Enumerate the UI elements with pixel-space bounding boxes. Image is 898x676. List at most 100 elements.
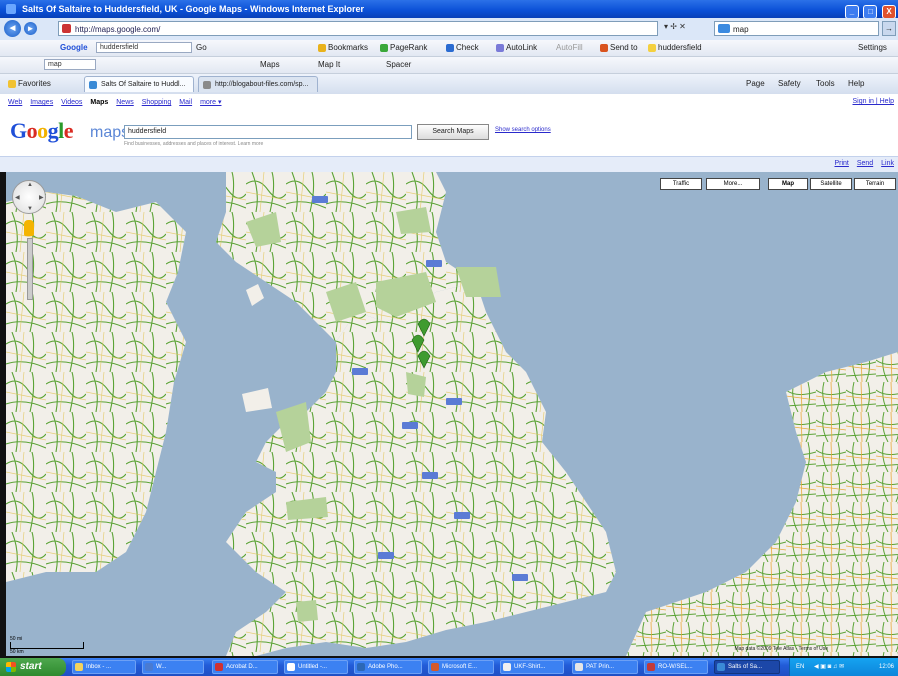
task-pat-print[interactable]: PAT Prin... — [572, 660, 638, 674]
bookmarks-button[interactable]: Bookmarks — [318, 40, 368, 56]
isle-of-man — [246, 284, 264, 306]
map-canvas[interactable]: ▲ ▼ ◀ ▶ Traffic More... Map Satellite Te… — [6, 172, 898, 656]
search-go-button[interactable]: → — [882, 21, 896, 36]
task-inbox[interactable]: Inbox - ... — [72, 660, 136, 674]
scale-km: 50 km — [10, 649, 24, 655]
links-maps[interactable]: Maps — [260, 57, 280, 73]
map-copyright[interactable]: Map data ©2009 Tele Atlas - Terms of Use — [734, 646, 828, 652]
task-ro-wsel[interactable]: RO-W/SEL... — [644, 660, 708, 674]
nav-shopping[interactable]: Shopping — [142, 99, 172, 106]
maps-search-input[interactable]: huddersfield — [124, 125, 412, 139]
task-photoshop[interactable]: Adobe Pho... — [354, 660, 422, 674]
tray-lang[interactable]: EN — [796, 658, 804, 676]
links-toolbar: map Maps Map It Spacer — [0, 57, 898, 74]
traffic-button[interactable]: Traffic — [660, 178, 702, 190]
satellite-button[interactable]: Satellite — [810, 178, 852, 190]
map-action-links: Print Send Link — [828, 160, 894, 167]
nav-videos[interactable]: Videos — [61, 99, 82, 106]
pan-left-icon[interactable]: ◀ — [15, 194, 20, 201]
scale-bar — [10, 642, 84, 649]
pan-up-icon[interactable]: ▲ — [27, 182, 33, 188]
check-button[interactable]: Check — [446, 40, 479, 56]
print-link[interactable]: Print — [834, 160, 848, 167]
signin-help-link[interactable]: Sign in | Help — [852, 98, 894, 105]
favorites-button[interactable]: Favorites — [8, 74, 51, 94]
live-search-input[interactable]: map — [714, 21, 879, 36]
task-ukf-shirt[interactable]: UKF-Shirt... — [500, 660, 564, 674]
url-input[interactable]: http://maps.google.com/ — [58, 21, 658, 36]
photoshop-icon — [357, 663, 365, 671]
minimize-button[interactable]: _ — [844, 5, 859, 19]
google-toolbar-logo[interactable]: Google — [60, 40, 88, 56]
tools-help[interactable]: Help — [848, 74, 864, 94]
task-microsoft[interactable]: Microsoft E... — [428, 660, 494, 674]
live-search-value: map — [733, 25, 749, 34]
more-button[interactable]: More... — [706, 178, 760, 190]
tab-favicon-icon — [89, 81, 97, 89]
live-search-icon — [718, 24, 730, 33]
forward-button[interactable]: ► — [24, 22, 37, 35]
tray-icons[interactable]: ◀ ▣ ◙ ♫ ✉ — [814, 658, 844, 676]
favicon-icon — [62, 24, 71, 33]
send-link[interactable]: Send — [857, 160, 873, 167]
check-icon — [446, 43, 454, 52]
google-toolbar-search[interactable]: huddersfield — [96, 42, 192, 53]
tab-blogabout[interactable]: http://blogabout-files.com/sp... — [198, 76, 318, 92]
tools-tools[interactable]: Tools — [816, 74, 835, 94]
back-button[interactable]: ◄ — [4, 20, 21, 37]
highlight-term[interactable]: huddersfield — [648, 40, 702, 56]
close-button[interactable]: X — [882, 5, 896, 19]
street-view-pegman-icon[interactable] — [24, 220, 34, 236]
nav-more[interactable]: more ▾ — [200, 99, 221, 106]
url-text: http://maps.google.com/ — [75, 25, 161, 34]
tools-page[interactable]: Page — [746, 74, 765, 94]
clock[interactable]: 12:06 — [879, 658, 894, 676]
windows-logo-icon — [6, 662, 16, 672]
search-options-link[interactable]: Show search options — [495, 127, 551, 133]
links-spacer[interactable]: Spacer — [386, 57, 411, 73]
maximize-button[interactable]: □ — [863, 5, 878, 19]
refresh-stop-icons[interactable]: ▾ ✢ ✕ — [664, 22, 686, 31]
map-type-controls: Traffic More... Map Satellite Terrain — [660, 178, 896, 190]
word-icon — [145, 663, 153, 671]
start-button[interactable]: start — [0, 658, 66, 676]
task-acrobat[interactable]: Acrobat D... — [212, 660, 278, 674]
task-salts-of-saltaire[interactable]: Salts of Sa... — [714, 660, 780, 674]
nav-maps: Maps — [90, 99, 109, 106]
terrain-button[interactable]: Terrain — [854, 178, 896, 190]
star-icon — [318, 43, 326, 52]
tools-safety[interactable]: Safety — [778, 74, 801, 94]
pagerank-button[interactable]: PageRank — [380, 40, 427, 56]
autofill-button[interactable]: AutoFill — [556, 40, 583, 56]
search-maps-button[interactable]: Search Maps — [417, 124, 489, 140]
google-logo[interactable]: Google — [10, 118, 74, 144]
map-action-strip: Print Send Link — [0, 156, 898, 173]
highlighter-icon — [648, 43, 656, 52]
pan-down-icon[interactable]: ▼ — [27, 206, 33, 212]
settings-button[interactable]: Settings — [858, 40, 887, 56]
window-titlebar[interactable]: Salts Of Saltaire to Huddersfield, UK - … — [0, 0, 898, 19]
google-toolbar-go[interactable]: Go — [196, 40, 207, 56]
nav-mail[interactable]: Mail — [179, 99, 192, 106]
tabs-bar: Favorites Salts Of Saltaire to Huddl... … — [0, 74, 898, 95]
task-untitled[interactable]: Untitled -... — [284, 660, 348, 674]
links-map-it[interactable]: Map It — [318, 57, 340, 73]
links-search-box[interactable]: map — [44, 59, 96, 70]
ie-icon — [717, 663, 725, 671]
screen: Salts Of Saltaire to Huddersfield, UK - … — [0, 0, 898, 676]
pan-right-icon[interactable]: ▶ — [39, 194, 44, 201]
document-icon — [503, 663, 511, 671]
pan-control[interactable]: ▲ ▼ ◀ ▶ — [12, 180, 46, 214]
zoom-slider[interactable] — [27, 238, 33, 300]
task-w[interactable]: W... — [142, 660, 204, 674]
send-to-button[interactable]: Send to — [600, 40, 638, 56]
tab-salts-of-saltaire[interactable]: Salts Of Saltaire to Huddl... — [84, 76, 194, 92]
map-scale: 50 mi 50 km — [10, 636, 84, 655]
nav-web[interactable]: Web — [8, 99, 22, 106]
autolink-button[interactable]: AutoLink — [496, 40, 537, 56]
nav-images[interactable]: Images — [30, 99, 53, 106]
map-button[interactable]: Map — [768, 178, 808, 190]
link-link[interactable]: Link — [881, 160, 894, 167]
nav-news[interactable]: News — [116, 99, 134, 106]
acrobat-icon — [215, 663, 223, 671]
